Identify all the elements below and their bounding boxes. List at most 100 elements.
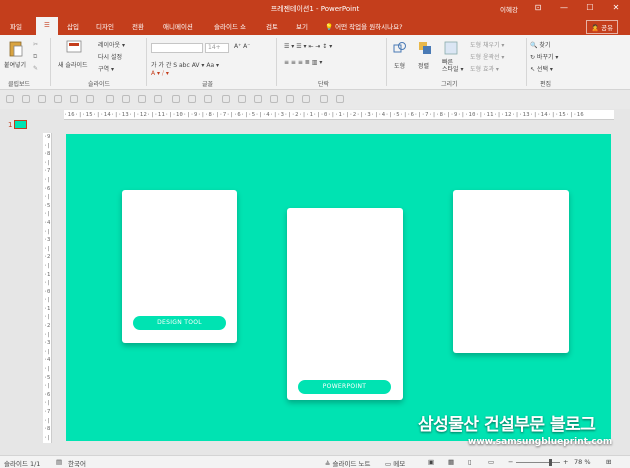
font-format-row[interactable]: 가 가 간 S abc AV ▾ Aa ▾ bbox=[151, 60, 219, 69]
shape-effects-button[interactable]: 도형 효과 ▾ bbox=[470, 64, 499, 73]
minimize-button[interactable]: — bbox=[552, 0, 576, 17]
font-size-box[interactable]: 14+ bbox=[205, 43, 229, 53]
tab-review[interactable]: 검토 bbox=[266, 21, 278, 31]
shape-outline-button[interactable]: 도형 윤곽선 ▾ bbox=[470, 52, 504, 61]
reading-view-icon[interactable]: ▯ bbox=[468, 458, 472, 466]
quick-styles-label[interactable]: 빠른 스타일 ▾ bbox=[442, 59, 463, 73]
layout-button[interactable]: 레이아웃 ▾ bbox=[98, 40, 125, 49]
paste-label[interactable]: 붙여넣기 bbox=[4, 60, 26, 69]
toolbar-icon[interactable] bbox=[336, 95, 344, 103]
toolbar-icon[interactable] bbox=[204, 95, 212, 103]
paragraph-row-1[interactable]: ☰ ▾ ☰ ▾ ⇤ ⇥ ↕ ▾ bbox=[284, 43, 332, 50]
arrange-icon[interactable] bbox=[418, 41, 432, 55]
fit-to-window-icon[interactable]: ⊞ bbox=[606, 458, 611, 466]
notes-button[interactable]: ≜ 슬라이드 노트 bbox=[325, 458, 370, 468]
format-painter-icon[interactable]: ✎ bbox=[33, 65, 38, 72]
ribbon-display-options-button[interactable]: ⊡ bbox=[526, 0, 550, 17]
group-label-font: 글꼴 bbox=[202, 81, 214, 88]
toolbar-icon[interactable] bbox=[70, 95, 78, 103]
slideshow-view-icon[interactable]: ▭ bbox=[488, 458, 494, 466]
toolbar-icon[interactable] bbox=[172, 95, 180, 103]
cut-icon[interactable]: ✂ bbox=[33, 41, 38, 48]
reset-button[interactable]: 다시 설정 bbox=[98, 52, 122, 61]
tab-home[interactable]: ☰ bbox=[36, 17, 58, 35]
toolbar-icon[interactable] bbox=[138, 95, 146, 103]
font-grow-shrink[interactable]: A⁺ A⁻ bbox=[234, 43, 250, 50]
zoom-out-button[interactable]: − bbox=[508, 458, 513, 466]
tab-design[interactable]: 디자인 bbox=[96, 21, 114, 31]
tab-insert[interactable]: 삽입 bbox=[67, 21, 79, 31]
toolbar-icon[interactable] bbox=[86, 95, 94, 103]
tab-transitions[interactable]: 전환 bbox=[132, 21, 144, 31]
toolbar-icon[interactable] bbox=[22, 95, 30, 103]
toolbar-icon[interactable] bbox=[302, 95, 310, 103]
comments-button[interactable]: ▭ 메모 bbox=[385, 458, 405, 468]
toolbar-icon[interactable] bbox=[188, 95, 196, 103]
tab-view[interactable]: 보기 bbox=[296, 21, 308, 31]
zoom-in-button[interactable]: + bbox=[563, 458, 568, 466]
close-button[interactable]: ✕ bbox=[604, 0, 628, 17]
horizontal-ruler[interactable]: ·16·|·15·|·14·|·13·|·12·|·11·|·10·|·9·|·… bbox=[64, 110, 614, 120]
tell-me-search[interactable]: 💡 어떤 작업을 원하시나요? bbox=[325, 21, 403, 31]
arrange-label[interactable]: 정렬 bbox=[418, 61, 429, 70]
toolbar-icon[interactable] bbox=[6, 95, 14, 103]
toolbar-icon[interactable] bbox=[238, 95, 246, 103]
new-slide-label[interactable]: 새 슬라이드 bbox=[58, 60, 88, 69]
toolbar-icon[interactable] bbox=[320, 95, 328, 103]
toolbar-icon[interactable] bbox=[154, 95, 162, 103]
toolbar-icon[interactable] bbox=[38, 95, 46, 103]
shapes-icon[interactable] bbox=[393, 41, 407, 55]
paste-icon[interactable] bbox=[8, 40, 24, 58]
slide-thumbnail-pane bbox=[0, 110, 40, 455]
shape-fill-button[interactable]: 도형 채우기 ▾ bbox=[470, 40, 504, 49]
normal-view-icon[interactable]: ▣ bbox=[428, 458, 434, 466]
mockup-card-left[interactable]: DESIGN TOOL bbox=[122, 190, 237, 343]
tab-slideshow[interactable]: 슬라이드 쇼 bbox=[214, 21, 246, 31]
slide-canvas[interactable]: DESIGN TOOL POWERPOINT bbox=[66, 134, 611, 441]
toolbar-icon[interactable] bbox=[54, 95, 62, 103]
card-button-powerpoint[interactable]: POWERPOINT bbox=[298, 380, 391, 394]
group-separator bbox=[146, 38, 147, 86]
group-separator bbox=[276, 38, 277, 86]
find-button[interactable]: 🔍 찾기 bbox=[530, 40, 550, 49]
group-separator bbox=[50, 38, 51, 86]
group-separator bbox=[386, 38, 387, 86]
vertical-ruler[interactable]: ·9·|·8·|·7·|·6·|·5·|·4·|·3·|·2·|·1·|·0·|… bbox=[43, 133, 52, 443]
toolbar-icon[interactable] bbox=[222, 95, 230, 103]
share-button[interactable]: 🙎 공유 bbox=[586, 20, 619, 34]
zoom-level[interactable]: 78 % bbox=[574, 458, 591, 466]
card-button-design-tool[interactable]: DESIGN TOOL bbox=[133, 316, 226, 330]
shapes-label[interactable]: 도형 bbox=[394, 61, 405, 70]
mockup-card-center[interactable]: POWERPOINT bbox=[287, 208, 403, 400]
spell-check-icon[interactable]: ▤ bbox=[56, 458, 62, 466]
slide-thumbnail[interactable] bbox=[14, 120, 27, 129]
toolbar-icon[interactable] bbox=[106, 95, 114, 103]
toolbar-icon[interactable] bbox=[270, 95, 278, 103]
group-label-editing: 편집 bbox=[540, 81, 552, 88]
tab-animations[interactable]: 애니메이션 bbox=[163, 21, 193, 31]
zoom-slider-thumb[interactable] bbox=[548, 459, 552, 466]
toolbar-icon[interactable] bbox=[286, 95, 294, 103]
font-name-box[interactable] bbox=[151, 43, 203, 53]
watermark: 삼성물산 건설부문 블로그 www.samsungblueprint.com bbox=[418, 410, 612, 447]
slide-sorter-icon[interactable]: ▦ bbox=[448, 458, 454, 466]
zoom-slider[interactable] bbox=[516, 459, 560, 466]
ribbon: 붙여넣기 ✂ ⧉ ✎ 클립보드 새 슬라이드 레이아웃 ▾ 다시 설정 구역 ▾… bbox=[0, 35, 630, 90]
new-slide-icon[interactable] bbox=[66, 40, 82, 54]
toolbar-icon[interactable] bbox=[122, 95, 130, 103]
language[interactable]: 한국어 bbox=[68, 458, 86, 468]
replace-button[interactable]: ↻ 바꾸기 ▾ bbox=[530, 52, 558, 61]
section-button[interactable]: 구역 ▾ bbox=[98, 64, 114, 73]
select-button[interactable]: ↖ 선택 ▾ bbox=[530, 64, 553, 73]
maximize-button[interactable]: ☐ bbox=[578, 0, 602, 17]
user-name[interactable]: 이혜강 bbox=[500, 4, 518, 14]
copy-icon[interactable]: ⧉ bbox=[33, 53, 37, 61]
watermark-url: www.samsungblueprint.com bbox=[468, 437, 613, 447]
toolbar-icon[interactable] bbox=[254, 95, 262, 103]
tab-file[interactable]: 파일 bbox=[10, 21, 22, 31]
mockup-card-right[interactable] bbox=[453, 190, 569, 353]
paragraph-row-2[interactable]: ≡ ≡ ≡ ≣ ▥ ▾ bbox=[284, 59, 322, 66]
group-label-paragraph: 단락 bbox=[318, 81, 330, 88]
quick-styles-icon[interactable] bbox=[444, 41, 458, 55]
font-color-row[interactable]: A ▾ ⧸ ▾ bbox=[151, 70, 169, 78]
